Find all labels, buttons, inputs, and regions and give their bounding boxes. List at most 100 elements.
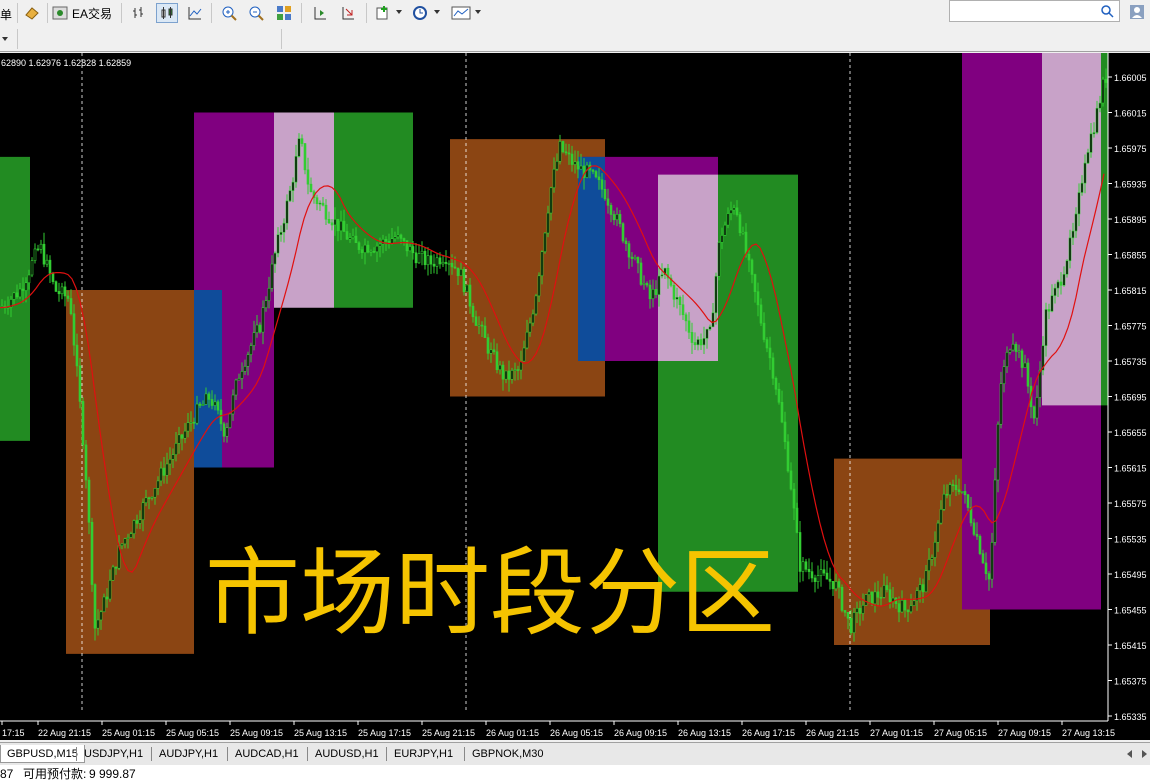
candle-body: [1074, 213, 1078, 232]
timeframe-toolbar: M1M5M15M30H1H4D1W1MN: [0, 26, 1150, 74]
free-margin-label: 可用预付款:: [23, 767, 87, 781]
toolbar-separator: [281, 29, 282, 49]
periods-dropdown-icon[interactable]: [434, 10, 440, 14]
toolbar-separator: [301, 3, 302, 23]
price-label: 1.65455: [1114, 606, 1147, 616]
candle-body: [402, 238, 406, 241]
chart-canvas[interactable]: 1.66005 1.66015 1.65975 1.65935 1.65895 1.658…: [0, 50, 1150, 740]
candle-body: [855, 608, 859, 613]
candle-body: [426, 255, 430, 266]
user-profile-icon[interactable]: [1126, 2, 1148, 22]
tab-separator: [386, 747, 387, 761]
time-label: 27 Aug 09:15: [998, 728, 1051, 738]
chart-tab[interactable]: AUDCAD,H1: [229, 745, 305, 763]
toolbar-cut-label: 单: [0, 8, 13, 22]
session-box-overlap-eu-us: [1042, 50, 1101, 406]
candle-body: [1020, 350, 1024, 368]
candle-body: [798, 532, 802, 572]
chart-tabs: GBPUSD,M15 USDJPY,H1 AUDJPY,H1 AUDCAD,H1 AUD…: [0, 742, 1150, 765]
autoscroll-icon[interactable]: [337, 3, 359, 23]
candle-body: [906, 609, 910, 613]
candle-body: [1077, 192, 1081, 215]
candle-body: [366, 244, 370, 253]
candle-body: [246, 354, 250, 367]
candle-body: [528, 322, 532, 333]
bar-chart-icon[interactable]: [128, 3, 150, 23]
chart-shift-icon[interactable]: [309, 3, 331, 23]
candle-body: [876, 591, 880, 598]
chart-tab[interactable]: EURJPY,H1: [388, 745, 459, 763]
candle-body: [354, 235, 358, 244]
candle-body: [813, 577, 817, 582]
toolbar-separator: [17, 29, 18, 49]
candle-body: [561, 141, 565, 153]
candlestick-chart-icon[interactable]: [156, 3, 178, 23]
candle-body: [843, 610, 847, 613]
candle-body: [984, 562, 988, 574]
templates-dropdown-icon[interactable]: [475, 10, 481, 14]
time-label: 25 Aug 09:15: [230, 728, 283, 738]
candle-body: [792, 488, 796, 509]
chart-tab[interactable]: AUDUSD,H1: [309, 745, 385, 763]
candle-body: [420, 250, 424, 254]
candle-body: [72, 313, 76, 346]
navigator-icon[interactable]: [21, 3, 43, 23]
time-label: 26 Aug 09:15: [614, 728, 667, 738]
candle-body: [282, 222, 286, 233]
zoom-out-icon[interactable]: [245, 3, 267, 23]
chart-tab[interactable]: GBPNOK,M30: [466, 745, 550, 763]
candle-body: [795, 507, 799, 533]
chart-tab[interactable]: USDJPY,H1: [78, 745, 149, 763]
candle-body: [369, 251, 373, 253]
candle-body: [963, 491, 967, 496]
price-chart[interactable]: 1.66005 1.66015 1.65975 1.65935 1.65895 1.658…: [0, 50, 1150, 740]
tab-scroll-left-icon[interactable]: [1125, 749, 1135, 759]
candle-body: [147, 497, 151, 500]
main-toolbar: 单 EA交易: [0, 0, 1150, 27]
candle-body: [321, 202, 325, 206]
candle-body: [45, 259, 49, 265]
tab-separator: [307, 747, 308, 761]
indicators-dropdown-icon[interactable]: [396, 10, 402, 14]
candle-body: [966, 494, 970, 508]
candle-body: [567, 152, 571, 155]
templates-icon[interactable]: [448, 3, 474, 23]
candle-body: [201, 404, 205, 406]
periods-icon[interactable]: [409, 3, 431, 23]
tile-windows-icon[interactable]: [273, 3, 295, 23]
candle-body: [675, 297, 679, 300]
toolbar-expand-icon[interactable]: [2, 37, 8, 41]
candle-body: [450, 262, 454, 268]
candle-body: [522, 347, 526, 362]
candle-body: [546, 212, 550, 234]
candle-body: [762, 322, 766, 340]
price-label: 1.65575: [1114, 499, 1147, 509]
toolbar-separator: [211, 3, 212, 23]
indicators-icon[interactable]: [372, 3, 394, 23]
chart-tab[interactable]: GBPUSD,M15: [0, 745, 85, 763]
ea-trading-label: EA交易: [72, 6, 113, 21]
ea-trading-button[interactable]: EA交易: [52, 3, 112, 23]
candle-body: [303, 143, 307, 171]
candle-body: [183, 430, 187, 439]
candle-body: [930, 557, 934, 560]
candle-body: [741, 231, 745, 234]
chart-tab[interactable]: AUDJPY,H1: [153, 745, 224, 763]
tab-scroll-right-icon[interactable]: [1139, 749, 1149, 759]
candle-body: [810, 571, 814, 579]
candle-body: [936, 522, 940, 543]
candle-body: [516, 369, 520, 371]
candle-body: [618, 214, 622, 224]
candle-body: [1008, 349, 1012, 353]
candle-body: [267, 288, 271, 301]
search-input[interactable]: [949, 0, 1120, 22]
candle-body: [102, 596, 106, 613]
zoom-in-icon[interactable]: [218, 3, 240, 23]
candle-body: [216, 401, 220, 411]
line-chart-icon[interactable]: [184, 3, 206, 23]
candle-body: [750, 259, 754, 275]
candle-body: [360, 249, 364, 254]
candle-body: [726, 213, 730, 226]
candle-body: [1053, 287, 1057, 296]
candle-body: [180, 434, 184, 439]
